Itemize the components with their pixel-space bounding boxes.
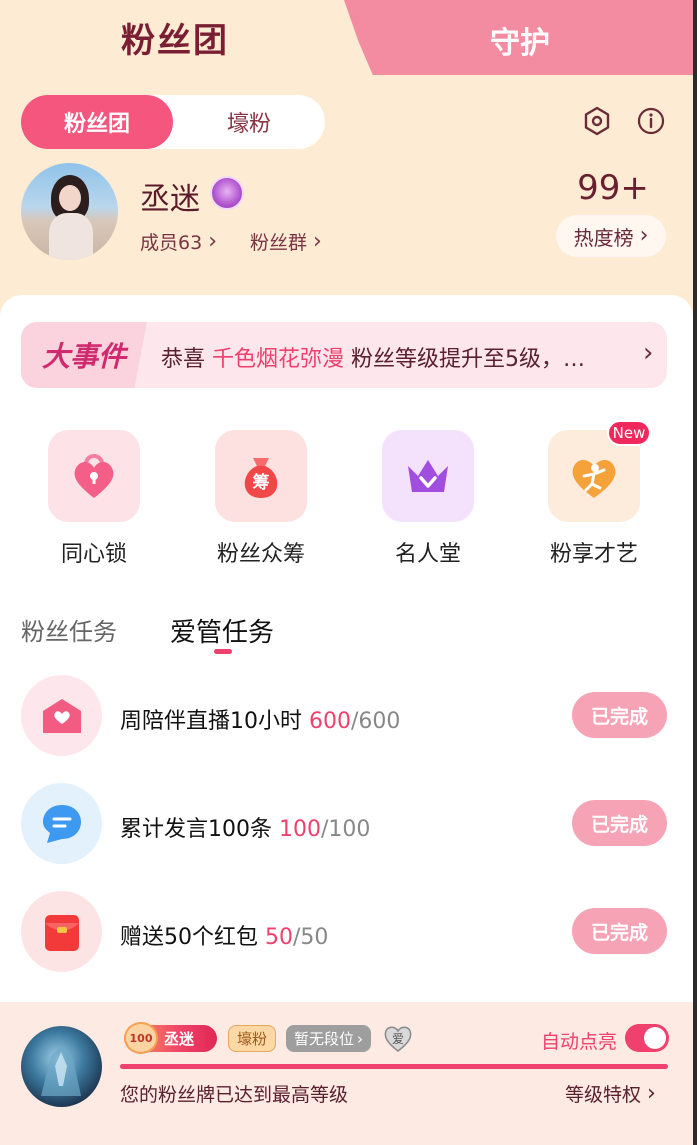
feature-label-hall-of-fame: 名人堂 — [394, 542, 461, 567]
toggle-fan-club[interactable]: 粉丝团 — [21, 95, 173, 149]
fan-group-label: 粉丝群 — [250, 232, 308, 254]
event-banner[interactable]: 大事件 恭喜 千色烟花弥漫 粉丝等级提升至5级，… › — [21, 322, 667, 388]
crown-icon — [382, 430, 474, 522]
members-label: 成员63 — [140, 232, 203, 254]
task-current: 600 — [309, 709, 351, 734]
members-link[interactable]: 成员63 › — [140, 228, 217, 255]
level-gem-icon — [210, 176, 244, 210]
info-icon[interactable] — [636, 106, 666, 136]
task-current: 100 — [279, 817, 321, 842]
fan-club-panel: 粉丝团 守护 粉丝团 壕粉 丞迷 成员63 › 粉丝群 › 99+ 热度榜 › 大事件 — [0, 0, 693, 1145]
event-suffix: 粉丝等级提升至5级，… — [344, 347, 586, 372]
tab-fan-club[interactable]: 粉丝团 — [0, 0, 350, 75]
hexagon-settings-icon[interactable] — [582, 106, 612, 136]
feature-crowdfund[interactable]: 筹 — [215, 430, 307, 522]
medal-progress-fill — [120, 1064, 668, 1069]
love-heart-icon: 爱 — [382, 1022, 414, 1054]
event-tag: 大事件 — [21, 322, 147, 388]
rank-chip[interactable]: 暂无段位 › — [286, 1025, 371, 1052]
task-total: /600 — [351, 709, 401, 734]
task-done-button[interactable]: 已完成 — [572, 692, 667, 738]
task-name: 累计发言100条 — [120, 817, 279, 842]
love-glyph: 爱 — [392, 1032, 404, 1046]
tab-indicator — [214, 649, 232, 654]
user-avatar[interactable] — [21, 1026, 102, 1107]
medal-level-badge: 100 — [124, 1022, 158, 1054]
heart-lock-icon — [48, 430, 140, 522]
tab-manager-tasks[interactable]: 爱管任务 — [170, 612, 274, 649]
level-perks-link[interactable]: 等级特权 › — [565, 1080, 656, 1107]
chevron-right-icon: › — [313, 229, 322, 254]
heat-score: 99+ — [577, 168, 649, 208]
red-envelope-icon — [21, 891, 102, 972]
task-done-button[interactable]: 已完成 — [572, 800, 667, 846]
medal-progress-bar — [120, 1064, 668, 1069]
mail-heart-icon — [21, 675, 102, 756]
task-title: 赠送50个红包 50/50 — [120, 919, 328, 951]
tab-fan-tasks[interactable]: 粉丝任务 — [21, 612, 117, 647]
money-bag-glyph: 筹 — [253, 472, 270, 493]
fan-badge-bar — [0, 1002, 693, 1145]
chevron-right-icon: › — [647, 1081, 656, 1106]
feature-label-crowdfund: 粉丝众筹 — [216, 542, 305, 567]
avatar[interactable] — [21, 163, 118, 260]
tab-guard[interactable]: 守护 — [440, 18, 600, 62]
task-total: /50 — [293, 925, 329, 950]
task-title: 周陪伴直播10小时 600/600 — [120, 703, 400, 735]
toggle-rich-fan[interactable]: 壕粉 — [173, 95, 325, 149]
feature-label-talent: 粉享才艺 — [549, 542, 638, 567]
chat-bubble-icon — [21, 783, 102, 864]
task-done-button[interactable]: 已完成 — [572, 908, 667, 954]
chevron-right-icon: › — [357, 1029, 363, 1048]
money-bag-icon: 筹 — [215, 430, 307, 522]
task-name: 赠送50个红包 — [120, 925, 265, 950]
task-title: 累计发言100条 100/100 — [120, 811, 370, 843]
chevron-right-icon: › — [643, 338, 654, 368]
chevron-right-icon: › — [208, 229, 217, 254]
auto-light-switch[interactable] — [625, 1024, 669, 1052]
level-perks-label: 等级特权 — [565, 1084, 642, 1106]
fan-group-link[interactable]: 粉丝群 › — [250, 228, 322, 255]
anchor-name: 丞迷 — [140, 182, 200, 217]
feature-heart-lock[interactable] — [48, 430, 140, 522]
heat-rank-button[interactable]: 热度榜 › — [556, 215, 666, 257]
event-highlight-name: 千色烟花弥漫 — [212, 347, 345, 372]
rich-fan-chip: 壕粉 — [228, 1025, 276, 1052]
feature-label-heart-lock: 同心锁 — [60, 542, 127, 567]
max-level-message: 您的粉丝牌已达到最高等级 — [120, 1084, 349, 1106]
heat-rank-label: 热度榜 — [573, 225, 634, 250]
event-text: 恭喜 千色烟花弥漫 粉丝等级提升至5级，… — [161, 341, 621, 373]
feature-hall-of-fame[interactable] — [382, 430, 474, 522]
task-name: 周陪伴直播10小时 — [120, 709, 309, 734]
task-total: /100 — [321, 817, 371, 842]
chevron-right-icon: › — [639, 222, 649, 248]
new-badge: New — [607, 420, 651, 446]
task-current: 50 — [265, 925, 293, 950]
auto-light-label: 自动点亮 — [541, 1031, 618, 1053]
content-card — [0, 295, 693, 1005]
fan-type-toggle: 粉丝团 壕粉 — [21, 95, 325, 149]
rank-chip-label: 暂无段位 — [293, 1030, 354, 1048]
event-prefix: 恭喜 — [161, 347, 212, 372]
